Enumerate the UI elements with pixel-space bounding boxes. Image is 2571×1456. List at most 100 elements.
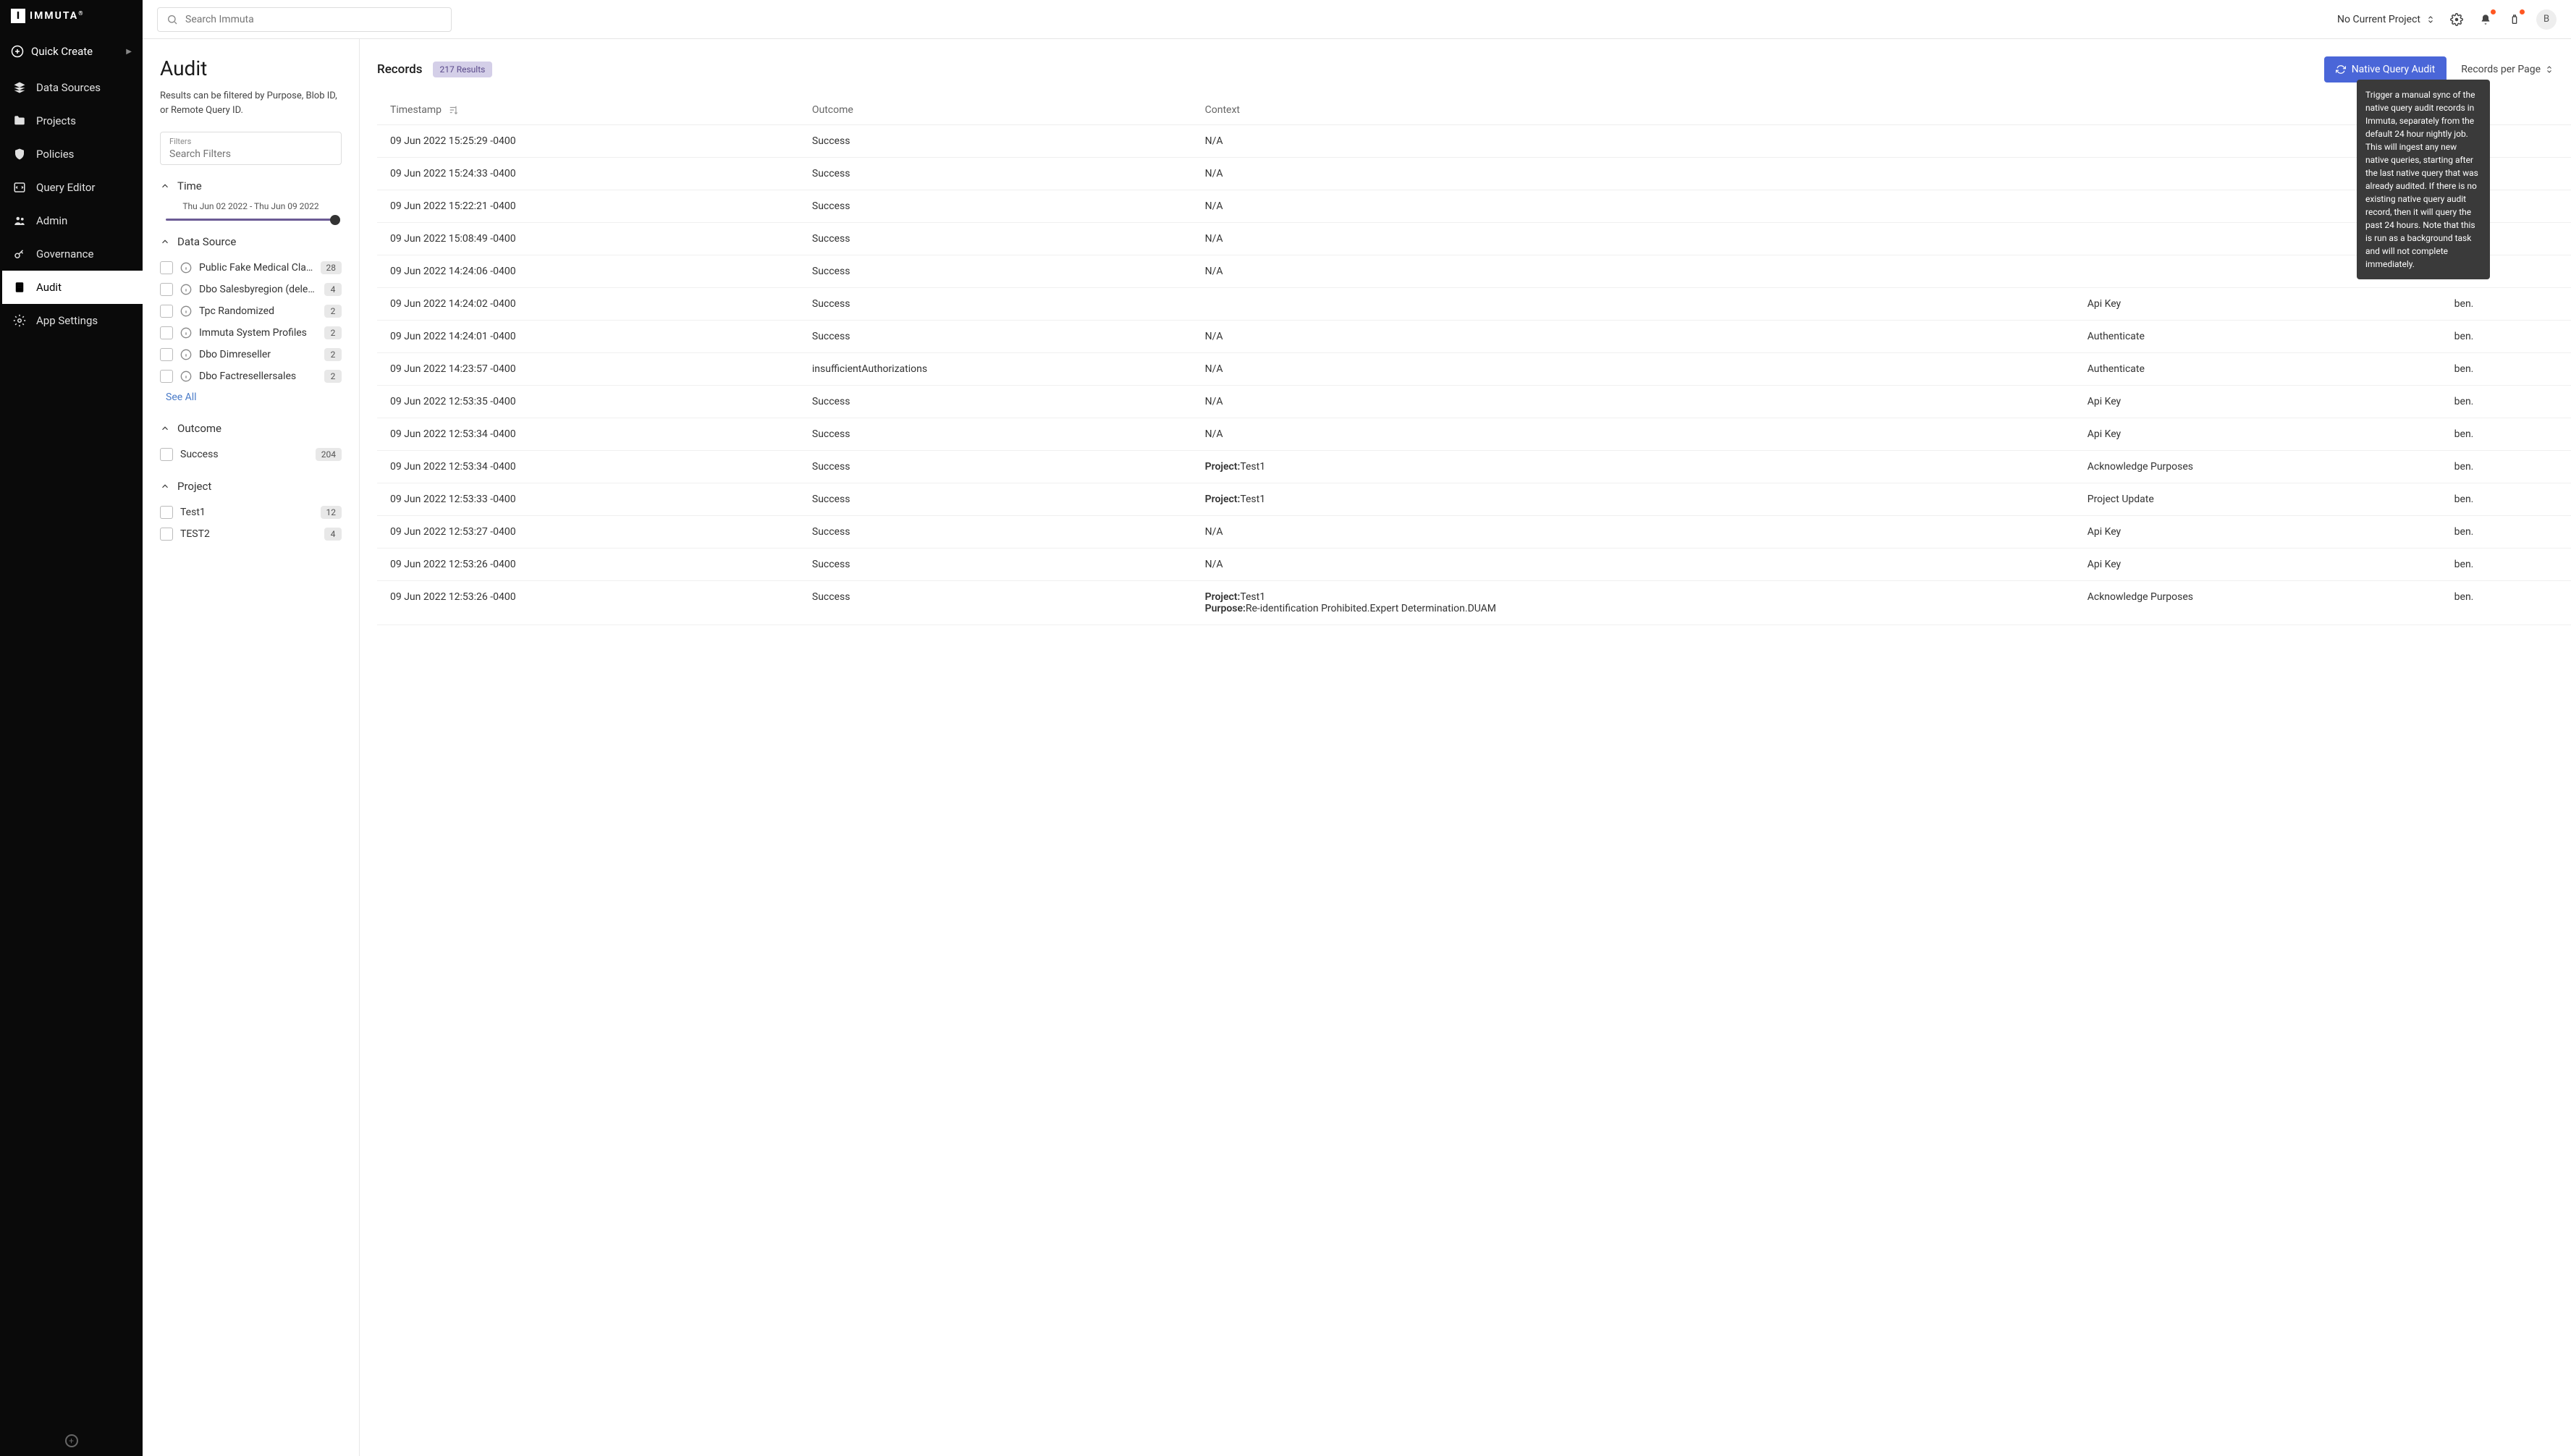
checkbox[interactable] [160,528,173,541]
filter-row: TEST24 [160,523,342,545]
table-row[interactable]: 09 Jun 2022 14:24:01 -0400SuccessN/AAuth… [377,321,2571,353]
info-icon[interactable] [180,327,192,339]
checkbox[interactable] [160,305,173,318]
time-slider[interactable] [166,219,336,221]
cell-context: N/A [1192,418,2074,451]
datasource-header: Data Source [177,235,236,248]
collapse-sidebar[interactable]: + [0,1426,143,1456]
info-icon[interactable] [180,305,192,317]
table-row[interactable]: 09 Jun 2022 15:08:49 -0400SuccessN/Aben. [377,223,2571,255]
filters-search[interactable]: Filters [160,132,342,165]
native-query-audit-button[interactable]: Native Query Audit [2324,56,2447,82]
filter-label: Success [180,449,308,460]
cell-user: ben. [2441,451,2571,483]
chevron-right-icon: ▶ [126,48,132,56]
checkbox[interactable] [160,448,173,461]
cell-outcome: Success [799,386,1192,418]
checkbox[interactable] [160,261,173,274]
table-row[interactable]: 09 Jun 2022 14:23:57 -0400insufficientAu… [377,353,2571,386]
health-button[interactable] [2507,12,2522,27]
table-row[interactable]: 09 Jun 2022 12:53:35 -0400SuccessN/AApi … [377,386,2571,418]
checkbox[interactable] [160,283,173,296]
sort-icon [449,105,459,115]
notifications-button[interactable] [2478,12,2493,27]
cell-context: Project:Test1 [1192,483,2074,516]
sidebar-item-label: Policies [36,148,74,161]
filter-label: Public Fake Medical Cla... [199,262,313,274]
filter-section-datasource[interactable]: Data Source [160,235,342,248]
cell-context: N/A [1192,255,2074,288]
cell-timestamp: 09 Jun 2022 14:24:01 -0400 [377,321,799,353]
table-row[interactable]: 09 Jun 2022 14:24:02 -0400SuccessApi Key… [377,288,2571,321]
cell-outcome: Success [799,223,1192,255]
filters-search-input[interactable] [169,147,332,160]
sidebar-item-app-settings[interactable]: App Settings [0,304,143,337]
cell-record-type: Acknowledge Purposes [2074,451,2441,483]
native-btn-label: Native Query Audit [2352,64,2436,75]
settings-button[interactable] [2449,12,2464,27]
global-search[interactable] [157,7,452,32]
logo[interactable]: I IMMUTA® [0,0,143,32]
quick-create-button[interactable]: Quick Create ▶ [0,32,143,71]
sidebar-item-governance[interactable]: Governance [0,237,143,271]
filter-section-project[interactable]: Project [160,480,342,493]
records-per-page[interactable]: Records per Page [2461,64,2554,75]
expand-icon: + [65,1434,78,1447]
slider-thumb-icon[interactable] [330,215,340,225]
sidebar-item-audit[interactable]: Audit [0,271,143,304]
time-range-label: Thu Jun 02 2022 - Thu Jun 09 2022 [160,201,342,211]
table-row[interactable]: 09 Jun 2022 12:53:34 -0400SuccessN/AApi … [377,418,2571,451]
sidebar-item-data-sources[interactable]: Data Sources [0,71,143,104]
table-row[interactable]: 09 Jun 2022 15:22:21 -0400SuccessN/Aben. [377,190,2571,223]
search-input[interactable] [185,14,442,25]
datasource-list: Public Fake Medical Cla...28Dbo Salesbyr… [160,257,342,387]
cell-timestamp: 09 Jun 2022 12:53:33 -0400 [377,483,799,516]
col-context[interactable]: Context [1192,96,2074,125]
cell-user: ben. [2441,288,2571,321]
cell-timestamp: 09 Jun 2022 12:53:27 -0400 [377,516,799,549]
cell-outcome: Success [799,125,1192,158]
col-outcome[interactable]: Outcome [799,96,1192,125]
sidebar: I IMMUTA® Quick Create ▶ Data SourcesPro… [0,0,143,1456]
shield-icon [13,148,26,161]
people-icon [13,214,26,227]
chevron-up-icon [160,423,170,433]
user-avatar[interactable]: B [2536,9,2557,30]
checkbox[interactable] [160,370,173,383]
table-row[interactable]: 09 Jun 2022 14:24:06 -0400SuccessN/Aben. [377,255,2571,288]
cell-user: ben. [2441,418,2571,451]
sidebar-item-policies[interactable]: Policies [0,137,143,171]
sidebar-item-projects[interactable]: Projects [0,104,143,137]
table-row[interactable]: 09 Jun 2022 15:24:33 -0400SuccessN/Aben. [377,158,2571,190]
filters-description: Results can be filtered by Purpose, Blob… [160,89,342,117]
col-timestamp[interactable]: Timestamp [377,96,799,125]
table-row[interactable]: 09 Jun 2022 12:53:33 -0400SuccessProject… [377,483,2571,516]
info-icon[interactable] [180,371,192,382]
filter-section-outcome[interactable]: Outcome [160,422,342,435]
info-icon[interactable] [180,284,192,295]
cell-timestamp: 09 Jun 2022 12:53:34 -0400 [377,451,799,483]
outcome-list: Success204 [160,444,342,465]
cell-outcome: Success [799,321,1192,353]
see-all-link[interactable]: See All [160,387,203,407]
checkbox[interactable] [160,348,173,361]
table-row[interactable]: 09 Jun 2022 12:53:26 -0400SuccessN/AApi … [377,549,2571,581]
checkbox[interactable] [160,326,173,339]
table-row[interactable]: 09 Jun 2022 12:53:34 -0400SuccessProject… [377,451,2571,483]
search-icon [166,14,178,25]
info-icon[interactable] [180,262,192,274]
table-row[interactable]: 09 Jun 2022 12:53:26 -0400SuccessProject… [377,581,2571,625]
table-row[interactable]: 09 Jun 2022 12:53:27 -0400SuccessN/AApi … [377,516,2571,549]
cell-outcome: Success [799,190,1192,223]
count-badge: 4 [324,283,342,296]
table-row[interactable]: 09 Jun 2022 15:25:29 -0400SuccessN/Apost [377,125,2571,158]
checkbox[interactable] [160,506,173,519]
sidebar-item-query-editor[interactable]: Query Editor [0,171,143,204]
info-icon[interactable] [180,349,192,360]
sidebar-item-admin[interactable]: Admin [0,204,143,237]
cell-user: ben. [2441,386,2571,418]
filter-section-time[interactable]: Time [160,179,342,192]
cell-timestamp: 09 Jun 2022 14:24:06 -0400 [377,255,799,288]
plus-circle-icon [11,45,24,58]
project-selector[interactable]: No Current Project [2337,14,2435,25]
